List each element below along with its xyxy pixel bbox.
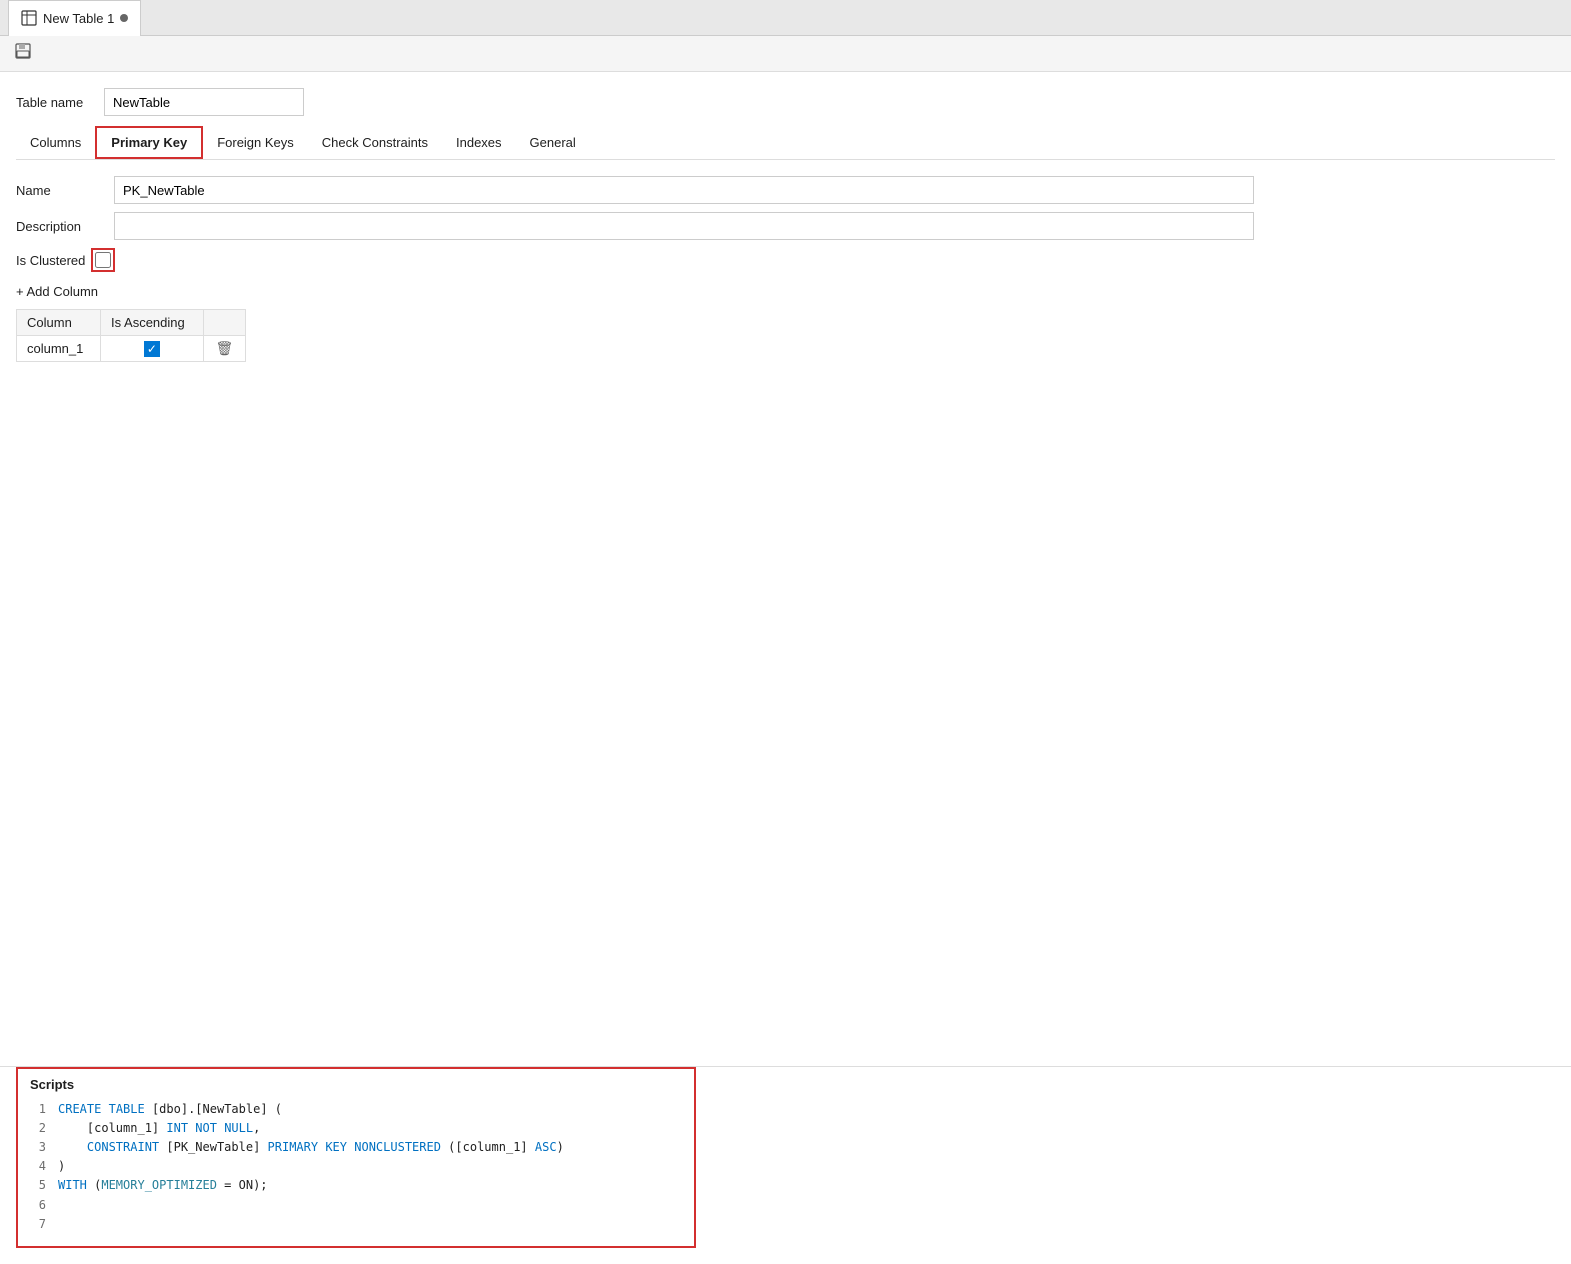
main-content: Table name Columns Primary Key Foreign K… — [0, 72, 1571, 872]
table-icon — [21, 10, 37, 26]
ascending-checkbox-checked[interactable]: ✓ — [144, 341, 160, 357]
tab-new-table[interactable]: New Table 1 — [8, 0, 141, 36]
scripts-body: 1 CREATE TABLE [dbo].[NewTable] ( 2 [col… — [18, 1096, 694, 1246]
is-clustered-checkbox[interactable] — [95, 252, 111, 268]
save-button[interactable] — [8, 38, 38, 69]
scripts-section: Scripts 1 CREATE TABLE [dbo].[NewTable] … — [16, 1067, 696, 1248]
tab-indexes[interactable]: Indexes — [442, 128, 516, 157]
code-line-5: 5 WITH (MEMORY_OPTIMIZED = ON); — [30, 1176, 682, 1195]
bottom-area: Scripts 1 CREATE TABLE [dbo].[NewTable] … — [0, 1066, 1571, 1264]
cell-column-name: column_1 — [17, 336, 101, 362]
delete-row-button[interactable]: 🗑 — [216, 340, 234, 357]
page-wrapper: New Table 1 Table name Columns Primary K… — [0, 0, 1571, 1264]
code-line-3: 3 CONSTRAINT [PK_NewTable] PRIMARY KEY N… — [30, 1138, 682, 1157]
code-line-6: 6 — [30, 1196, 682, 1215]
table-name-row: Table name — [16, 88, 1555, 116]
add-column-button[interactable]: + Add Column — [16, 284, 98, 299]
col-header-is-ascending: Is Ascending — [101, 310, 204, 336]
nav-tabs: Columns Primary Key Foreign Keys Check C… — [16, 126, 1555, 160]
is-clustered-label: Is Clustered — [16, 253, 85, 268]
tab-primary-key[interactable]: Primary Key — [95, 126, 203, 159]
tab-bar: New Table 1 — [0, 0, 1571, 36]
description-row: Description — [16, 212, 1555, 240]
tab-general[interactable]: General — [516, 128, 590, 157]
cell-is-ascending: ✓ — [101, 336, 204, 362]
table-name-label: Table name — [16, 95, 96, 110]
toolbar — [0, 36, 1571, 72]
tab-modified-dot — [120, 14, 128, 22]
content-area: Table name Columns Primary Key Foreign K… — [0, 72, 1571, 1066]
is-clustered-row: Is Clustered — [16, 248, 1555, 272]
description-label: Description — [16, 219, 106, 234]
code-line-7: 7 — [30, 1215, 682, 1234]
name-label: Name — [16, 183, 106, 198]
code-line-1: 1 CREATE TABLE [dbo].[NewTable] ( — [30, 1100, 682, 1119]
tab-columns[interactable]: Columns — [16, 128, 95, 157]
tab-title: New Table 1 — [43, 11, 114, 26]
cell-delete: 🗑 — [203, 336, 245, 362]
description-input[interactable] — [114, 212, 1254, 240]
name-row: Name — [16, 176, 1555, 204]
table-name-input[interactable] — [104, 88, 304, 116]
code-line-2: 2 [column_1] INT NOT NULL, — [30, 1119, 682, 1138]
columns-table: Column Is Ascending column_1 ✓ 🗑 — [16, 309, 246, 362]
tab-foreign-keys[interactable]: Foreign Keys — [203, 128, 308, 157]
code-line-4: 4 ) — [30, 1157, 682, 1176]
table-row: column_1 ✓ 🗑 — [17, 336, 246, 362]
add-column-label: + Add Column — [16, 284, 98, 299]
tab-check-constraints[interactable]: Check Constraints — [308, 128, 442, 157]
name-input[interactable] — [114, 176, 1254, 204]
col-header-actions — [203, 310, 245, 336]
is-clustered-checkbox-wrapper — [91, 248, 115, 272]
scripts-header: Scripts — [18, 1069, 694, 1096]
col-header-column: Column — [17, 310, 101, 336]
